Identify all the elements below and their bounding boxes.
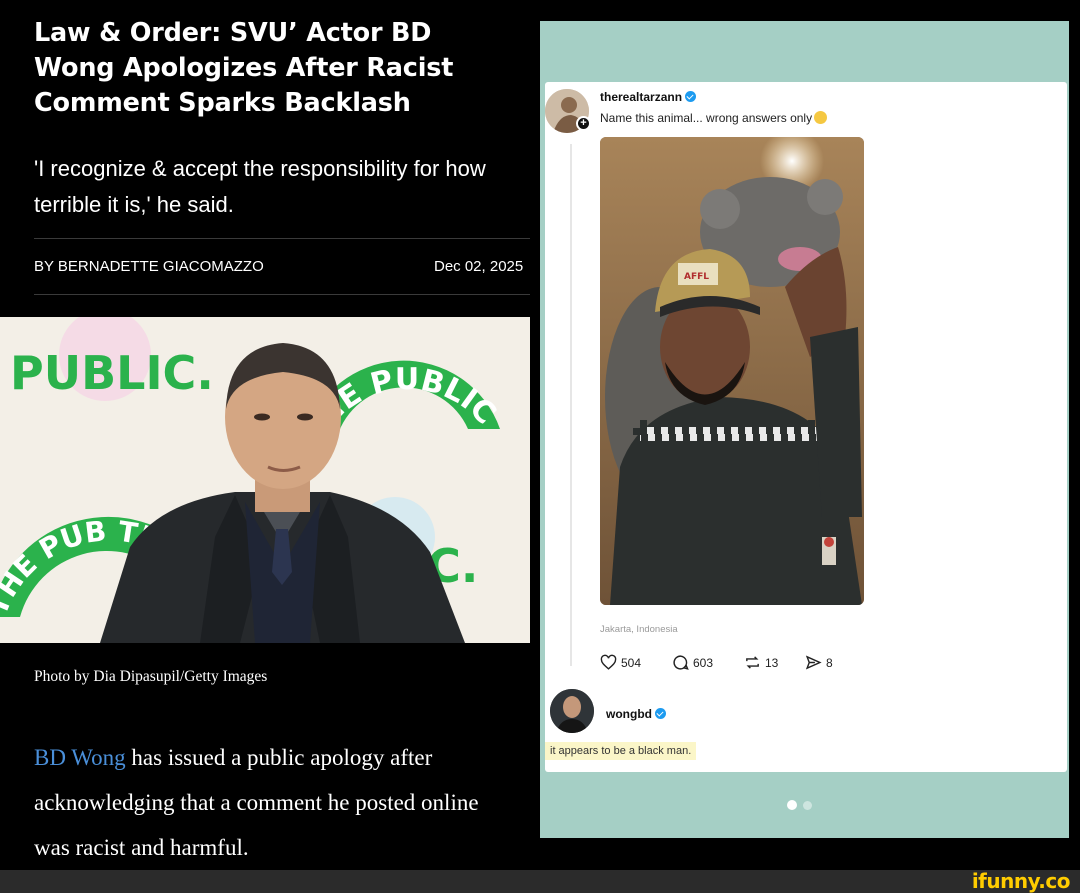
like-button[interactable]: 504 bbox=[600, 654, 641, 671]
divider bbox=[34, 294, 530, 295]
bd-wong-link[interactable]: BD Wong bbox=[34, 745, 126, 770]
post-author[interactable]: therealtarzann bbox=[600, 90, 697, 104]
social-post-card: + therealtarzann Name this animal... wro… bbox=[545, 82, 1067, 772]
repost-icon bbox=[746, 656, 759, 669]
article-photo: THE PUBLIC THEATER THE PUB THEATER PUBLI… bbox=[0, 317, 530, 643]
footer-bar: ifunny.co bbox=[0, 870, 1080, 893]
divider bbox=[34, 238, 530, 239]
repost-count: 13 bbox=[765, 655, 779, 670]
media-image: AFFL bbox=[600, 137, 864, 605]
article-subhead: 'I recognize & accept the responsibility… bbox=[34, 156, 486, 217]
carousel-dot[interactable] bbox=[803, 801, 812, 810]
verified-icon bbox=[685, 91, 697, 102]
carousel-indicator bbox=[787, 800, 812, 810]
article-body: BD Wong has issued a public apology afte… bbox=[34, 735, 514, 870]
reply-author-name[interactable]: wongbd bbox=[606, 707, 652, 721]
follow-plus-icon[interactable]: + bbox=[576, 116, 591, 131]
ifunny-watermark: ifunny.co bbox=[971, 869, 1071, 893]
send-icon bbox=[805, 655, 822, 670]
cap-badge-text: AFFL bbox=[684, 272, 709, 282]
comment-icon bbox=[673, 655, 689, 670]
comment-button[interactable]: 603 bbox=[672, 654, 713, 671]
byline: BY BERNADETTE GIACOMAZZO Dec 02, 2025 bbox=[34, 258, 530, 278]
comment-count: 603 bbox=[693, 655, 714, 670]
share-count: 8 bbox=[826, 655, 833, 670]
post-location[interactable]: Jakarta, Indonesia bbox=[600, 624, 678, 635]
reply-text: it appears to be a black man. bbox=[545, 742, 697, 760]
photo-illustration: THE PUBLIC THEATER THE PUB THEATER PUBLI… bbox=[0, 317, 530, 643]
repost-button[interactable]: 13 bbox=[744, 654, 778, 671]
photo-caption: Photo by Dia Dipasupil/Getty Images bbox=[34, 668, 268, 685]
post-text: Name this animal... wrong answers only bbox=[600, 111, 828, 125]
laughing-emoji-icon bbox=[814, 111, 828, 124]
like-count: 504 bbox=[621, 655, 642, 670]
reply-author[interactable]: wongbd bbox=[606, 707, 666, 721]
backdrop-public-text: PUBLIC. bbox=[10, 346, 214, 400]
article-headline[interactable]: Law & Order: SVU’ Actor BD Wong Apologiz… bbox=[34, 16, 514, 121]
heart-icon bbox=[600, 654, 617, 670]
carousel-dot-active[interactable] bbox=[787, 800, 797, 810]
post-caption: Name this animal... wrong answers only bbox=[600, 111, 813, 125]
publish-date: Dec 02, 2025 bbox=[434, 258, 524, 275]
post-author-name[interactable]: therealtarzann bbox=[600, 90, 682, 104]
verified-icon bbox=[654, 708, 666, 719]
wongbd-avatar[interactable] bbox=[550, 689, 594, 733]
post-media[interactable]: AFFL bbox=[600, 137, 864, 605]
thread-line bbox=[570, 144, 572, 666]
article: Law & Order: SVU’ Actor BD Wong Apologiz… bbox=[0, 0, 530, 870]
author-name[interactable]: BY BERNADETTE GIACOMAZZO bbox=[34, 258, 264, 275]
share-button[interactable]: 8 bbox=[805, 654, 833, 671]
avatar-image bbox=[550, 689, 594, 733]
